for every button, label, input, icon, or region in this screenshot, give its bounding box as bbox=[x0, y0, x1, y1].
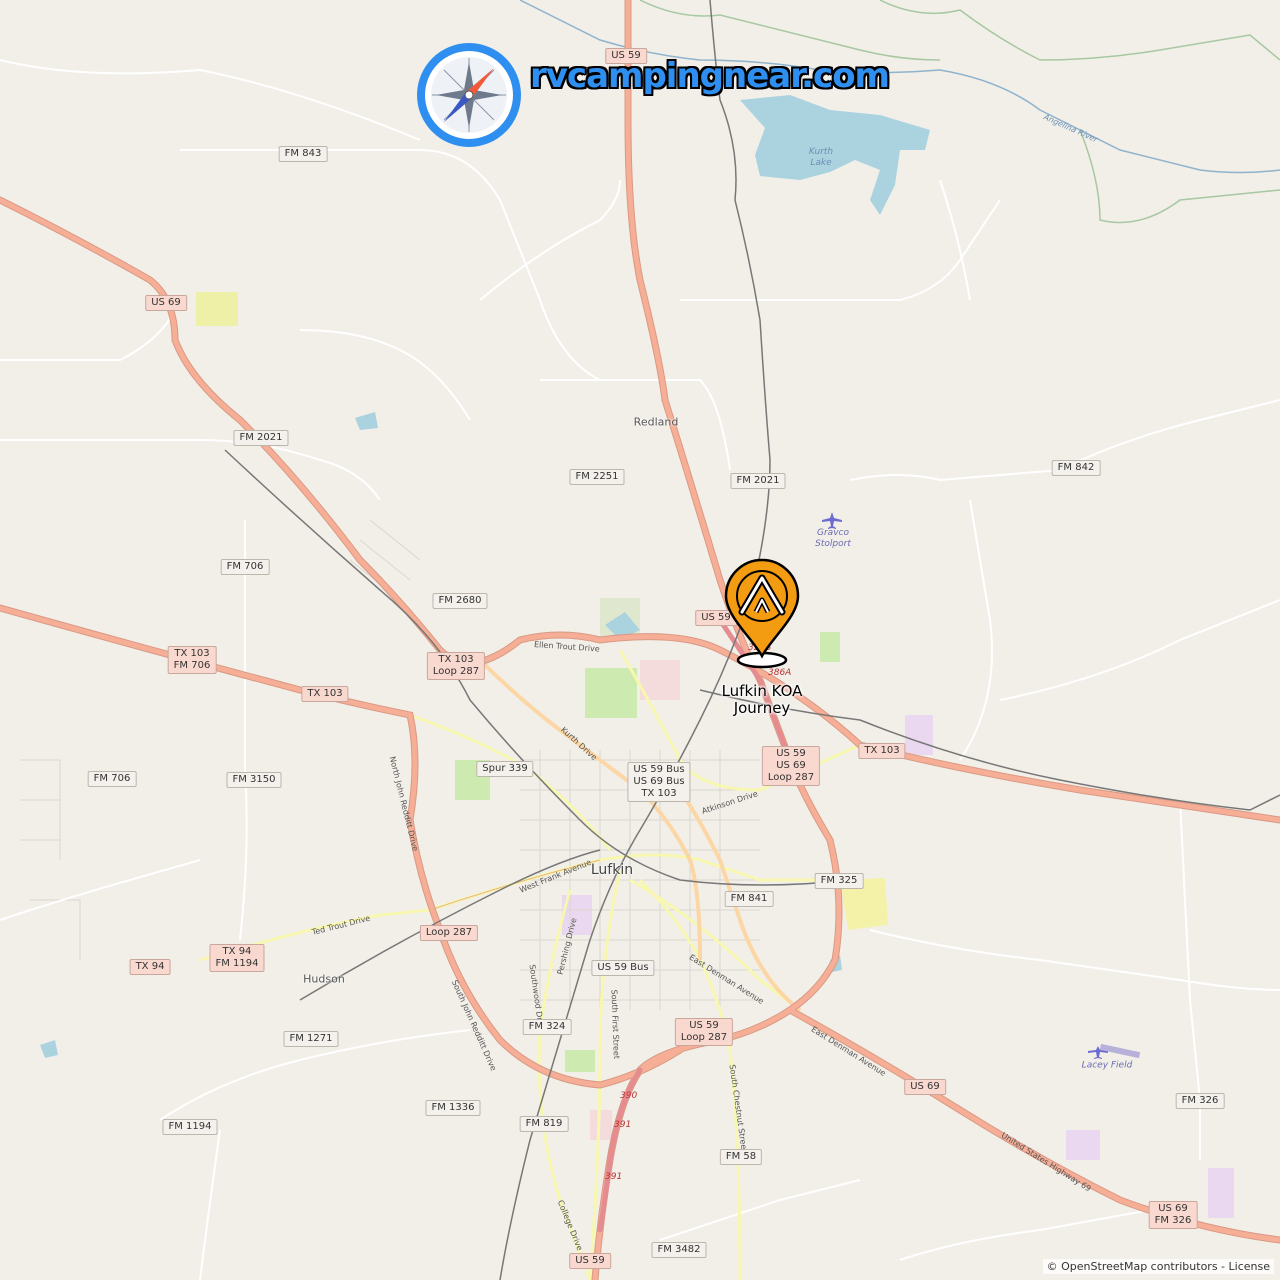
brand-name[interactable]: rvcampingnear.com bbox=[530, 56, 890, 96]
road-shield: FM 841 bbox=[724, 891, 774, 907]
exit-label: 390 bbox=[620, 1091, 638, 1101]
marker-name-line2: Journey bbox=[733, 699, 791, 717]
town-label-hudson: Hudson bbox=[303, 972, 345, 986]
map-canvas[interactable]: Lufkin Redland Hudson Kurth Lake Angelin… bbox=[0, 0, 1280, 1280]
lake-label: Kurth Lake bbox=[808, 147, 834, 168]
road-shield: FM 2021 bbox=[233, 430, 289, 446]
road-shield: FM 2251 bbox=[569, 469, 625, 485]
road-shield: FM 706 bbox=[87, 771, 137, 787]
road-shield: FM 1194 bbox=[162, 1119, 218, 1135]
road-shield: FM 58 bbox=[719, 1149, 763, 1165]
road-shield: US 69 bbox=[904, 1079, 946, 1095]
airport-label-gravco: Gravco Stolport bbox=[815, 528, 851, 549]
road-shield: FM 1271 bbox=[283, 1031, 339, 1047]
road-shield-multi: US 69 FM 326 bbox=[1148, 1201, 1198, 1229]
road-shield: FM 1336 bbox=[425, 1100, 481, 1116]
road-shield: FM 324 bbox=[522, 1019, 572, 1035]
marker-name-line1: Lufkin KOA bbox=[721, 682, 803, 700]
road-shield: FM 2680 bbox=[432, 593, 488, 609]
road-shield: FM 843 bbox=[278, 146, 328, 162]
road-shield: FM 842 bbox=[1051, 460, 1101, 476]
campground-pin-icon[interactable] bbox=[722, 558, 802, 670]
compass-logo-icon[interactable] bbox=[414, 40, 524, 150]
airport-label-lacey: Lacey Field bbox=[1081, 1060, 1133, 1071]
road-shield-multi: US 59 Loop 287 bbox=[674, 1018, 734, 1046]
city-label-lufkin: Lufkin bbox=[590, 862, 634, 878]
map-base-layer bbox=[0, 0, 1280, 1280]
road-shield: US 69 bbox=[145, 295, 187, 311]
road-shield-multi: US 59 US 69 Loop 287 bbox=[761, 746, 821, 786]
exit-label: 391 bbox=[605, 1172, 623, 1182]
road-shield: US 59 Bus bbox=[591, 960, 655, 976]
road-shield: FM 326 bbox=[1175, 1093, 1225, 1109]
road-shield-multi: TX 103 FM 706 bbox=[167, 646, 217, 674]
road-shield: FM 706 bbox=[220, 559, 270, 575]
road-shield: Spur 339 bbox=[476, 761, 534, 777]
road-shield: FM 2021 bbox=[730, 473, 786, 489]
road-shield: FM 3482 bbox=[651, 1242, 707, 1258]
road-shield-multi: TX 103 Loop 287 bbox=[426, 652, 486, 680]
town-label-redland: Redland bbox=[633, 415, 679, 429]
marker-label[interactable]: Lufkin KOA Journey bbox=[722, 683, 803, 717]
trunk-highways bbox=[0, 0, 1280, 1280]
map-attribution[interactable]: © OpenStreetMap contributors - License bbox=[1042, 1259, 1274, 1274]
road-shield: TX 103 bbox=[301, 686, 349, 702]
exit-label: 391 bbox=[614, 1120, 632, 1130]
road-shield: TX 94 bbox=[129, 959, 171, 975]
road-shield: FM 3150 bbox=[226, 772, 282, 788]
landuse-areas bbox=[196, 292, 1234, 1218]
road-shield: US 59 bbox=[569, 1253, 611, 1269]
road-shield-multi: TX 94 FM 1194 bbox=[209, 944, 265, 972]
road-shield: FM 325 bbox=[814, 873, 864, 889]
road-shield-multi: US 59 Bus US 69 Bus TX 103 bbox=[627, 762, 691, 802]
road-shield: TX 103 bbox=[858, 743, 906, 759]
road-shield: Loop 287 bbox=[419, 925, 479, 941]
airplane-icon bbox=[822, 512, 1141, 1059]
road-shield: FM 819 bbox=[519, 1116, 569, 1132]
